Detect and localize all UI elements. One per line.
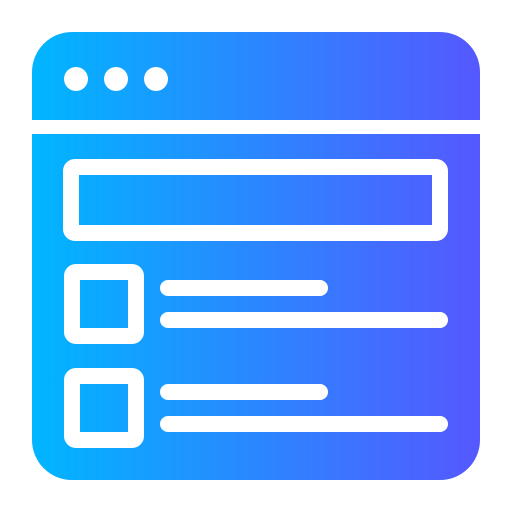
browser-window-list-icon [32, 32, 480, 480]
title-bar-divider [32, 120, 480, 134]
list-item-title-line [160, 384, 328, 400]
list-item-text-line [160, 312, 448, 328]
window-dot-icon [144, 67, 168, 91]
window-dot-icon [104, 67, 128, 91]
list-item-title-line [160, 280, 328, 296]
list-item-text-line [160, 416, 448, 432]
window-frame [32, 32, 480, 480]
window-dot-icon [64, 67, 88, 91]
